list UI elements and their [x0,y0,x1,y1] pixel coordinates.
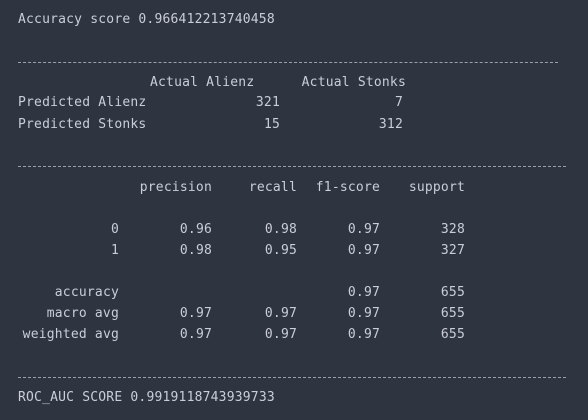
cm-cell: 321 [255,95,280,110]
row-label-predicted-alienz: Predicted Alienz [18,95,147,110]
cm-cell: 312 [378,117,403,132]
row-label-predicted-stonks: Predicted Stonks [18,117,147,132]
roc-auc-label: ROC_AUC SCORE [18,390,123,405]
notebook-output: Accuracy score 0.966412213740458 Actual … [0,0,588,420]
row-label: accuracy [54,285,119,300]
metric-cell: 0.98 [264,222,297,237]
separator-2 [18,166,566,167]
metric-cell: 0.95 [264,243,297,258]
metric-cell: 0.97 [347,243,380,258]
accuracy-value: 0.966412213740458 [138,12,275,27]
col-header-actual-stonks: Actual Stonks [301,75,406,90]
metric-cell: 655 [440,285,465,300]
row-label: 1 [110,243,119,258]
metric-cell: 0.97 [179,306,212,321]
metric-cell: 0.96 [179,222,212,237]
metric-cell: 0.97 [264,306,297,321]
separator-1 [18,62,558,63]
metric-cell: 0.97 [264,327,297,342]
header-support: support [408,180,465,195]
row-label: weighted avg [22,327,119,342]
row-label: 0 [110,222,119,237]
metric-cell: 655 [440,306,465,321]
metric-cell: 0.97 [347,222,380,237]
metric-cell: 0.97 [347,285,380,300]
metric-cell: 328 [440,222,465,237]
metric-cell [235,283,297,303]
header-precision: precision [139,180,212,195]
metric-cell: 655 [440,327,465,342]
roc-auc-line: ROC_AUC SCORE 0.9919118743939733 [18,388,275,408]
cm-cell: 15 [263,117,280,132]
header-f1-score: f1-score [315,180,380,195]
separator-3 [18,377,566,378]
metric-cell [150,283,212,303]
col-header-actual-alienz: Actual Alienz [150,75,255,90]
metric-cell: 0.97 [347,327,380,342]
metric-cell: 0.97 [179,327,212,342]
cm-cell: 7 [394,95,403,110]
row-label: macro avg [46,306,119,321]
header-recall: recall [248,180,297,195]
roc-auc-value: 0.9919118743939733 [130,390,275,405]
metric-cell: 0.98 [179,243,212,258]
metric-cell: 0.97 [347,306,380,321]
metric-cell: 327 [440,243,465,258]
accuracy-label: Accuracy score [18,12,131,27]
accuracy-line: Accuracy score 0.966412213740458 [18,10,275,30]
